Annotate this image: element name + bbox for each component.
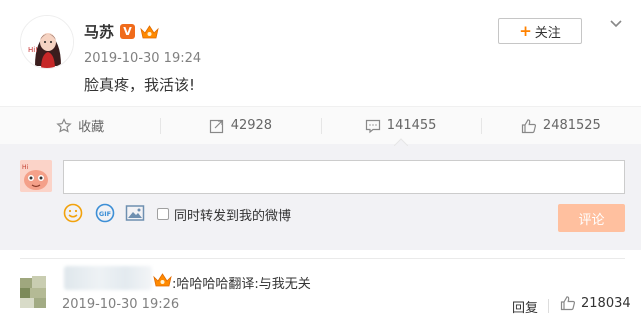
submit-comment-button[interactable]: 评论 xyxy=(558,204,625,232)
commenter-name-blurred[interactable] xyxy=(64,266,152,290)
thumbs-up-icon xyxy=(560,296,576,311)
post-text: 脸真疼，我活该! xyxy=(84,76,196,94)
svg-text:Hi!: Hi! xyxy=(28,46,38,54)
repost-button[interactable]: 42928 xyxy=(160,107,320,144)
post-action-bar: 收藏 42928 141455 2481525 xyxy=(0,106,641,144)
divider xyxy=(20,258,625,259)
image-icon[interactable] xyxy=(125,203,145,223)
comment-text-line: :哈哈哈哈翻译:与我无关 xyxy=(172,273,311,292)
like-count: 2481525 xyxy=(542,118,601,133)
commenter-avatar[interactable] xyxy=(20,270,50,308)
favorite-label: 收藏 xyxy=(78,120,105,135)
caret-up-icon xyxy=(394,138,408,146)
plus-icon: + xyxy=(519,22,532,40)
svg-text:Hi: Hi xyxy=(22,164,29,171)
like-button[interactable]: 2481525 xyxy=(480,107,641,144)
post-timestamp[interactable]: 2019-10-30 19:24 xyxy=(84,51,201,66)
svg-text:GIF: GIF xyxy=(99,210,111,218)
comment-input[interactable] xyxy=(63,160,625,194)
thumbs-up-icon xyxy=(521,118,536,133)
my-avatar[interactable]: Hi xyxy=(20,160,52,192)
comment-timestamp: 2019-10-30 19:26 xyxy=(62,297,180,312)
emoji-icon[interactable] xyxy=(63,203,83,223)
reply-button[interactable]: 回复 xyxy=(512,297,538,316)
comment-composer: Hi GIF 同时转发到我的微博 评论 xyxy=(0,144,641,250)
comment-icon xyxy=(365,119,380,133)
comment-like-count: 218034 xyxy=(581,295,631,311)
repost-checkbox[interactable] xyxy=(157,208,169,220)
vip-crown-icon xyxy=(140,24,159,38)
chevron-down-icon[interactable] xyxy=(606,14,626,34)
gif-icon[interactable]: GIF xyxy=(95,203,115,223)
star-icon xyxy=(56,117,72,133)
author-name[interactable]: 马苏 xyxy=(84,21,114,42)
favorite-button[interactable]: 收藏 xyxy=(0,107,160,144)
author-avatar[interactable]: Hi! xyxy=(20,15,74,69)
verified-icon: V xyxy=(120,24,136,39)
comment-text: 哈哈哈哈翻译:与我无关 xyxy=(176,277,311,292)
repost-icon xyxy=(209,119,223,133)
divider xyxy=(548,299,549,313)
follow-label: 关注 xyxy=(534,25,561,41)
follow-button[interactable]: + 关注 xyxy=(498,18,582,44)
comment-count: 141455 xyxy=(386,118,437,133)
repost-option-label[interactable]: 同时转发到我的微博 xyxy=(174,205,291,224)
author-line: 马苏 V xyxy=(84,21,159,42)
comment-like-button[interactable]: 218034 xyxy=(560,295,631,311)
vip-crown-icon xyxy=(153,273,172,287)
repost-count: 42928 xyxy=(230,118,273,133)
